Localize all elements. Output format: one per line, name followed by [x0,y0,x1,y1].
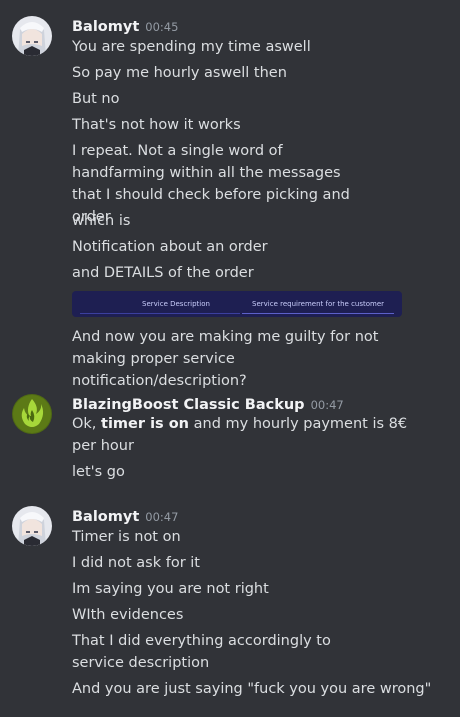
message-header: BlazingBoost Classic Backup 00:47 [72,394,344,414]
chat-log: Balomyt 00:45 You are spending my time as… [0,0,460,717]
message-line: And you are just saying "fuck you you ar… [72,681,432,697]
message-line: So pay me hourly aswell then [72,65,287,81]
message-line: which is [72,213,131,229]
message-line: I did not ask for it [72,555,200,571]
username[interactable]: Balomyt [72,509,139,525]
tab-service-requirement: Service requirement for the customer [252,300,385,308]
message-line: let's go [72,464,125,480]
message-line: You are spending my time aswell [72,39,311,55]
balomyt-avatar-icon[interactable] [12,16,52,56]
timestamp[interactable]: 00:47 [145,510,178,524]
message-line: That I did everything accordingly to ser… [72,633,331,671]
message-text-bold: timer is on [101,416,190,432]
timestamp[interactable]: 00:45 [145,20,178,34]
service-tabs-image[interactable]: Service Description Service requirement … [72,291,402,317]
tab-divider [242,313,394,314]
blazingboost-avatar-icon[interactable] [12,394,52,434]
message-line: WIth evidences [72,607,184,623]
message-header: Balomyt 00:45 [72,16,178,36]
message-line: Ok, timer is on and my hourly payment is… [72,413,412,457]
username[interactable]: BlazingBoost Classic Backup [72,397,305,413]
tab-divider [80,313,240,314]
message-line: That's not how it works [72,117,241,133]
message-line: and DETAILS of the order [72,265,254,281]
timestamp[interactable]: 00:47 [311,398,344,412]
message-line: And now you are making me guilty for not… [72,329,379,389]
message-header: Balomyt 00:47 [72,506,178,526]
message-line: Im saying you are not right [72,581,269,597]
tab-service-description: Service Description [142,300,210,308]
message-text: Ok, [72,416,102,432]
balomyt-avatar-icon[interactable] [12,506,52,546]
message-line: Notification about an order [72,239,268,255]
username[interactable]: Balomyt [72,19,139,35]
message-line: Timer is not on [72,529,181,545]
message-line: But no [72,91,120,107]
